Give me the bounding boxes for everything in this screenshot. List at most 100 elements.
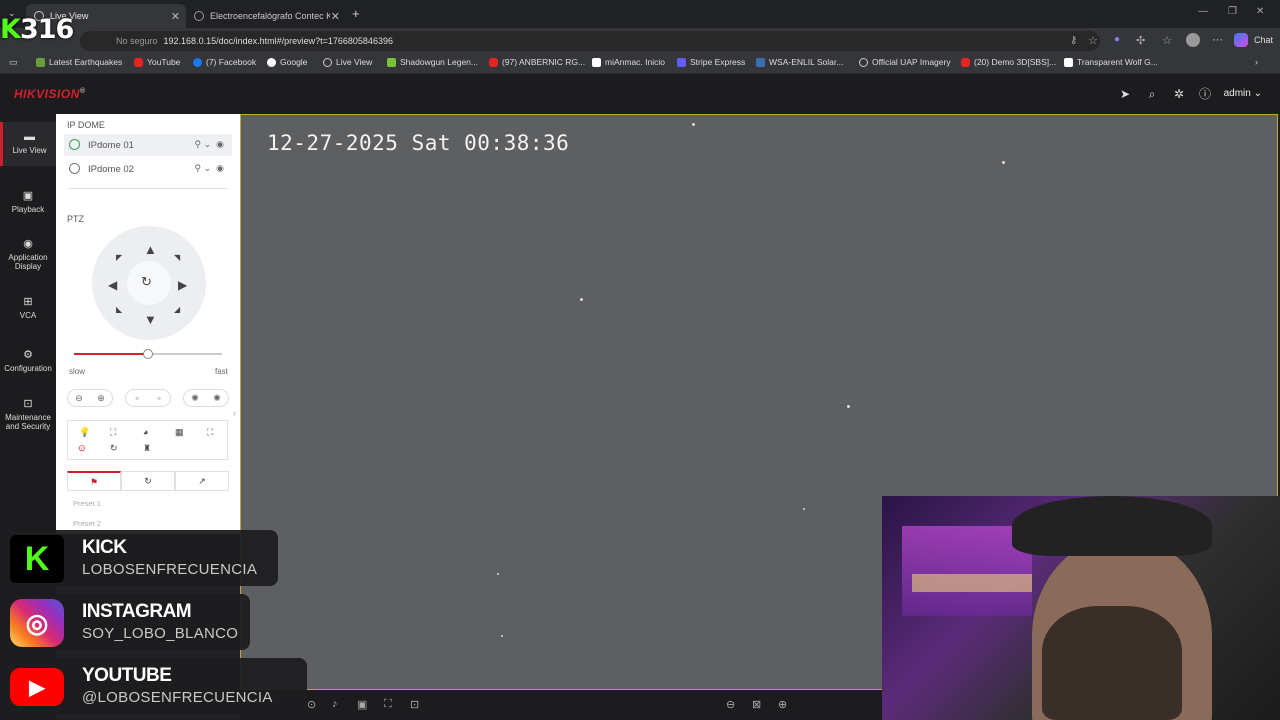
send-icon[interactable]: ➤: [1118, 87, 1132, 101]
close-icon[interactable]: ✕: [331, 10, 340, 23]
close-icon[interactable]: ✕: [171, 10, 180, 23]
nav-playback[interactable]: ▣ Playback: [0, 190, 56, 214]
sidebar-icon[interactable]: ▭: [9, 57, 18, 68]
zoom-search-icon[interactable]: ⊙: [78, 443, 86, 454]
focus-far-icon[interactable]: ▫: [157, 393, 160, 403]
favorites-icon[interactable]: ☆: [1162, 34, 1172, 47]
chevron-right-icon[interactable]: ›: [1255, 57, 1258, 67]
wrench-icon[interactable]: ✲: [1172, 87, 1186, 101]
camera-controls[interactable]: ⚲ ⌄ ◉: [195, 163, 225, 174]
bookmark-shadowgun[interactable]: Shadowgun Legen...: [387, 57, 478, 67]
grid-icon[interactable]: ▦: [175, 427, 184, 438]
up-arrow-button[interactable]: ▲: [144, 242, 157, 257]
bookmark-live-view[interactable]: Live View: [323, 57, 372, 67]
capture-icon[interactable]: ⊙: [307, 698, 316, 711]
pattern-icon: ↗: [198, 476, 206, 486]
slider-thumb[interactable]: [143, 349, 153, 359]
ptz-speed-slider[interactable]: [74, 349, 222, 359]
puzzle-icon[interactable]: ✣: [1136, 34, 1145, 47]
next-icon[interactable]: ⊕: [778, 698, 787, 711]
camera-item-ipdome-02[interactable]: IPdome 02 ⚲ ⌄ ◉: [64, 158, 232, 180]
iris-open-icon[interactable]: ✺: [213, 393, 221, 404]
digital-zoom-icon[interactable]: ⛶: [384, 698, 392, 711]
light-icon[interactable]: 💡: [79, 427, 90, 438]
collapse-panel-icon[interactable]: ‹: [233, 408, 236, 418]
bookmark-stripe[interactable]: Stripe Express: [677, 57, 745, 67]
copilot-icon[interactable]: [1234, 33, 1248, 47]
nav-live-view[interactable]: ▬ Live View: [0, 122, 56, 166]
focus-control[interactable]: ▫ ▫: [125, 389, 171, 407]
star: [803, 508, 805, 510]
bookmark-transparent-wolf[interactable]: Transparent Wolf G...: [1064, 57, 1158, 67]
previous-icon[interactable]: ⊖: [726, 698, 735, 711]
refresh-icon[interactable]: ↻: [110, 443, 118, 454]
focus-box-icon[interactable]: ⛶: [110, 427, 116, 438]
bookmark-label: Shadowgun Legen...: [400, 57, 478, 67]
image-icon[interactable]: ▣: [357, 698, 367, 711]
search-icon[interactable]: ⌕: [1145, 87, 1159, 101]
new-tab-icon[interactable]: +: [352, 6, 360, 21]
tab-electroencefalografo[interactable]: Electroencefalógrafo Contec Kt88 ✕: [186, 4, 346, 28]
youtube-icon: ▶: [10, 663, 64, 711]
info-icon[interactable]: ⓘ: [1198, 87, 1212, 101]
park-icon[interactable]: ♜: [143, 443, 151, 454]
up-right-arrow-button[interactable]: ◥: [174, 253, 180, 262]
bookmark-facebook[interactable]: (7) Facebook: [193, 57, 256, 67]
profile-avatar[interactable]: [1186, 33, 1200, 47]
iris-close-icon[interactable]: ✺: [191, 393, 199, 404]
down-arrow-button[interactable]: ▼: [144, 312, 157, 327]
ptz-auto-button[interactable]: ↻: [127, 261, 171, 305]
focus-near-icon[interactable]: ▫: [135, 393, 138, 403]
star-icon[interactable]: ☆: [1088, 34, 1098, 47]
bookmark-wsa-enlil[interactable]: WSA-ENLIL Solar...: [756, 57, 843, 67]
close-window-icon[interactable]: ✕: [1256, 6, 1264, 17]
bookmark-label: (97) ANBERNIC RG...: [502, 57, 586, 67]
tab-preset[interactable]: ⚑: [67, 471, 121, 491]
username: admin: [1223, 88, 1251, 99]
left-arrow-button[interactable]: ◀: [108, 278, 117, 292]
url-field[interactable]: No seguro 192.168.0.15/doc/index.html#/p…: [80, 31, 1100, 51]
nav-configuration[interactable]: ⚙ Configuration: [0, 349, 56, 373]
nav-vca[interactable]: ⊞ VCA: [0, 296, 56, 320]
microphone-icon[interactable]: ♪: [332, 698, 338, 710]
bookmark-youtube[interactable]: YouTube: [134, 57, 180, 67]
tab-patrol[interactable]: ↻: [121, 471, 175, 491]
user-menu[interactable]: admin ⌄: [1224, 88, 1262, 99]
zoom-out-icon[interactable]: ⊖: [75, 393, 83, 404]
bookmark-mianmac[interactable]: miAnmac. Inicio: [592, 57, 665, 67]
bookmark-google[interactable]: Google: [267, 57, 307, 67]
globe-icon: [194, 11, 204, 21]
more-icon[interactable]: ⋯: [1212, 33, 1223, 46]
stop-all-icon[interactable]: ⊠: [752, 698, 761, 711]
camera-controls[interactable]: ⚲ ⌄ ◉: [195, 139, 225, 150]
zoom-in-icon[interactable]: ⊕: [97, 393, 105, 404]
nav-maintenance[interactable]: ⊡ Maintenance and Security: [0, 398, 56, 431]
chat-label[interactable]: Chat: [1254, 35, 1273, 45]
up-left-arrow-button[interactable]: ◤: [116, 253, 122, 262]
kick-icon: K: [10, 535, 64, 583]
bookmark-demo-3d[interactable]: (20) Demo 3D[SBS]...: [961, 57, 1056, 67]
3d-positioning-icon[interactable]: ⊡: [410, 698, 419, 711]
iris-control[interactable]: ✺ ✺: [183, 389, 229, 407]
nav-application-display[interactable]: ◉ Application Display: [0, 238, 56, 271]
person-tracking-icon[interactable]: ⛶: [207, 427, 213, 438]
tab-pattern[interactable]: ↗: [175, 471, 229, 491]
key-icon[interactable]: ⚷: [1070, 35, 1077, 46]
down-left-arrow-button[interactable]: ◣: [116, 305, 122, 314]
noaa-icon: [756, 57, 765, 67]
minimize-icon[interactable]: —: [1198, 6, 1208, 17]
bookmark-uap-imagery[interactable]: Official UAP Imagery: [859, 57, 951, 67]
maintenance-icon: ⊡: [23, 398, 33, 410]
right-arrow-button[interactable]: ▶: [178, 278, 187, 292]
preset-item[interactable]: Preset 1: [73, 499, 101, 508]
camera-item-ipdome-01[interactable]: IPdome 01 ⚲ ⌄ ◉: [64, 134, 232, 156]
preset-item[interactable]: Preset 2: [73, 519, 101, 528]
down-right-arrow-button[interactable]: ◢: [174, 305, 180, 314]
bookmark-latest-earthquakes[interactable]: Latest Earthquakes: [36, 57, 122, 67]
bookmark-anbernic[interactable]: (97) ANBERNIC RG...: [489, 57, 585, 67]
zoom-control[interactable]: ⊖ ⊕: [67, 389, 113, 407]
wiper-icon[interactable]: ◕: [143, 427, 148, 437]
extension-icon[interactable]: ●: [1114, 34, 1120, 45]
camera-label: IPdome 02: [88, 163, 134, 175]
maximize-icon[interactable]: ❐: [1228, 6, 1237, 17]
